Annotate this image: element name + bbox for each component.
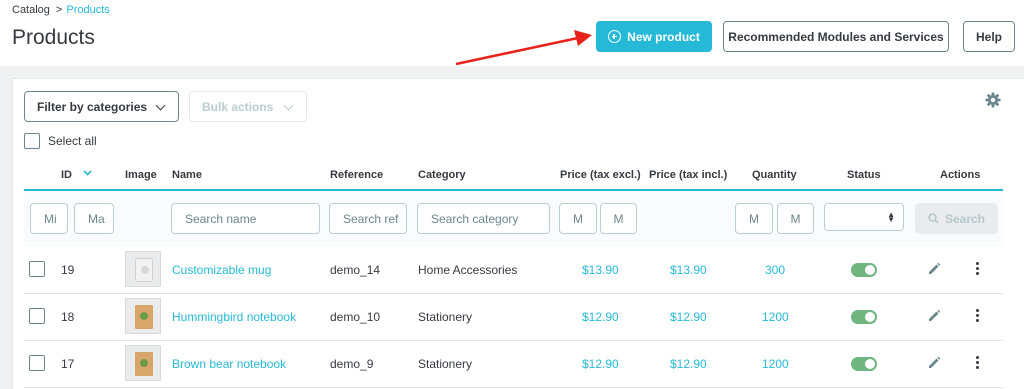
row-checkbox[interactable] [29, 261, 45, 277]
row-category: Stationery [418, 357, 473, 371]
row-category: Stationery [418, 310, 473, 324]
new-product-button[interactable]: New product [596, 21, 712, 52]
help-button[interactable]: Help [963, 21, 1015, 52]
column-header-status[interactable]: Status [847, 169, 881, 181]
row-id: 17 [61, 357, 75, 371]
column-header-reference[interactable]: Reference [330, 169, 383, 181]
new-product-label: New product [627, 29, 700, 44]
product-name-link[interactable]: Customizable mug [172, 263, 271, 277]
search-icon [928, 213, 939, 224]
column-header-quantity[interactable]: Quantity [752, 169, 797, 181]
select-all-label: Select all [48, 134, 97, 148]
more-actions-icon[interactable] [976, 309, 980, 324]
row-reference: demo_14 [330, 263, 381, 277]
row-price-excl[interactable]: $12.90 [582, 310, 619, 324]
select-arrows-icon: ▲ ▼ [887, 210, 895, 224]
row-price-excl[interactable]: $12.90 [582, 357, 619, 371]
price-min-input[interactable]: M [559, 203, 597, 234]
column-header-price-excl[interactable]: Price (tax excl.) [560, 169, 641, 181]
quantity-max-input[interactable]: M [777, 203, 814, 234]
row-reference: demo_10 [330, 310, 381, 324]
bulk-actions-dropdown[interactable]: Bulk actions [189, 91, 307, 122]
column-header-actions: Actions [940, 169, 981, 181]
row-price-incl[interactable]: $13.90 [670, 263, 707, 277]
search-reference-input[interactable]: Search ref [329, 203, 407, 234]
edit-pencil-icon[interactable] [928, 309, 941, 322]
status-filter-select[interactable]: ▲ ▼ [824, 203, 904, 231]
product-thumbnail[interactable] [125, 298, 161, 334]
row-quantity[interactable]: 1200 [762, 357, 789, 371]
breadcrumb-catalog[interactable]: Catalog [12, 4, 50, 16]
price-max-input[interactable]: M [600, 203, 637, 234]
column-header-image: Image [125, 169, 157, 181]
quantity-min-input[interactable]: M [735, 203, 773, 234]
column-header-category[interactable]: Category [418, 169, 466, 181]
id-max-input[interactable]: Ma [74, 203, 114, 234]
recommended-modules-button[interactable]: Recommended Modules and Services [723, 21, 949, 52]
edit-pencil-icon[interactable] [928, 356, 941, 369]
column-header-price-incl[interactable]: Price (tax incl.) [649, 169, 727, 181]
chevron-down-icon [155, 100, 166, 111]
row-category: Home Accessories [418, 263, 518, 277]
breadcrumb-current: Products [66, 4, 110, 16]
status-toggle[interactable] [851, 310, 877, 324]
id-min-input[interactable]: Mi [30, 203, 68, 234]
product-thumbnail[interactable] [125, 251, 161, 287]
select-all: Select all [24, 133, 97, 149]
column-header-name[interactable]: Name [172, 169, 202, 181]
status-toggle[interactable] [851, 357, 877, 371]
row-checkbox[interactable] [29, 355, 45, 371]
breadcrumb-separator: > [55, 4, 63, 16]
search-button-label: Search [944, 211, 986, 226]
page-header: Catalog > Products Products New product Re… [0, 0, 1024, 66]
select-all-checkbox[interactable] [24, 133, 40, 149]
chevron-down-icon [283, 100, 294, 111]
column-header-id[interactable]: ID [61, 169, 92, 181]
row-id: 19 [61, 263, 75, 277]
search-category-input[interactable]: Search category [417, 203, 550, 234]
search-name-input[interactable]: Search name [171, 203, 320, 234]
row-quantity[interactable]: 300 [765, 263, 785, 277]
bulk-actions-label: Bulk actions [202, 99, 274, 114]
status-toggle[interactable] [851, 263, 877, 277]
filter-by-categories-dropdown[interactable]: Filter by categories [24, 91, 179, 122]
column-header-id-label: ID [61, 169, 72, 181]
page-title: Products [12, 26, 95, 49]
row-price-excl[interactable]: $13.90 [582, 263, 619, 277]
red-arrow-annotation [455, 30, 592, 66]
search-button[interactable]: Search [915, 203, 998, 234]
product-name-link[interactable]: Hummingbird notebook [172, 310, 296, 324]
sort-down-icon[interactable] [83, 170, 92, 176]
row-quantity[interactable]: 1200 [762, 310, 789, 324]
row-checkbox[interactable] [29, 308, 45, 324]
product-thumbnail[interactable] [125, 345, 161, 381]
row-reference: demo_9 [330, 357, 374, 371]
gear-icon[interactable] [985, 92, 1001, 108]
row-price-incl[interactable]: $12.90 [670, 357, 707, 371]
row-id: 18 [61, 310, 75, 324]
product-name-link[interactable]: Brown bear notebook [172, 357, 286, 371]
add-circle-icon [608, 30, 622, 43]
more-actions-icon[interactable] [976, 356, 980, 371]
more-actions-icon[interactable] [976, 262, 980, 277]
filter-by-categories-label: Filter by categories [37, 99, 148, 114]
row-price-incl[interactable]: $12.90 [670, 310, 707, 324]
edit-pencil-icon[interactable] [928, 262, 941, 275]
breadcrumb: Catalog > Products [12, 4, 110, 16]
